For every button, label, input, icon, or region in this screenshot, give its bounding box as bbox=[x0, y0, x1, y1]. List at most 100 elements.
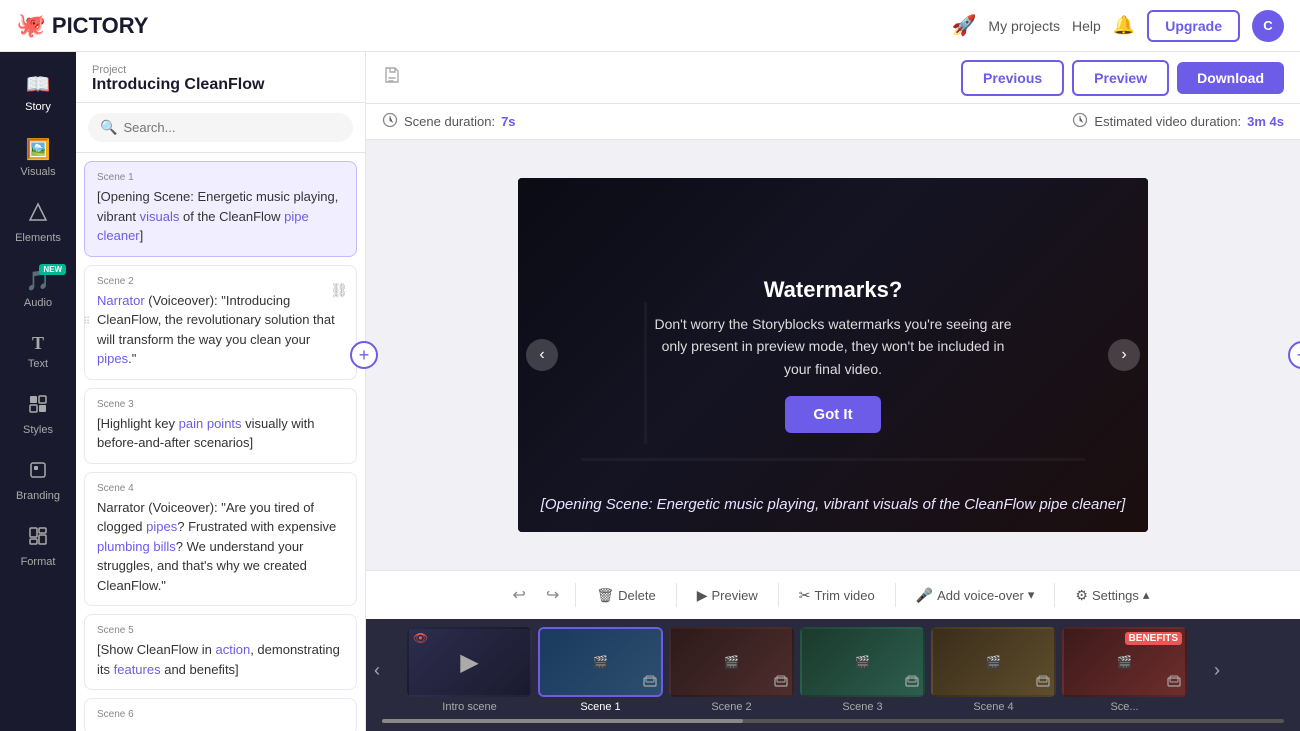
save-icon[interactable] bbox=[382, 65, 402, 90]
sidebar-label-styles: Styles bbox=[23, 424, 53, 436]
toolbar-separator-2 bbox=[676, 583, 677, 607]
timeline-item-scene5[interactable]: 🎬 BENEFITS Sce... bbox=[1062, 627, 1187, 713]
scene-duration: Scene duration: 7s bbox=[382, 112, 516, 131]
scene-card-3[interactable]: Scene 3 [Highlight key pain points visua… bbox=[84, 388, 357, 464]
sidebar-label-audio: Audio bbox=[24, 297, 52, 309]
sidebar-label-format: Format bbox=[21, 556, 56, 568]
trim-button[interactable]: ✂ Trim video bbox=[787, 581, 887, 610]
delete-button[interactable]: 🗑 Delete bbox=[584, 581, 667, 610]
timeline-content: ‹ ▶ 👁 Intro scene bbox=[366, 627, 1300, 713]
pipe-cleaner-link[interactable]: pipe cleaner bbox=[97, 209, 309, 244]
new-badge: NEW bbox=[39, 264, 66, 275]
got-it-button[interactable]: Got It bbox=[785, 396, 880, 433]
search-input[interactable] bbox=[123, 120, 341, 135]
toolbar-preview-button[interactable]: ▶ Preview bbox=[685, 581, 770, 610]
narrator-link[interactable]: Narrator bbox=[97, 293, 145, 308]
redo-button[interactable]: ↪ bbox=[538, 579, 567, 611]
timeline: ‹ ▶ 👁 Intro scene bbox=[366, 619, 1300, 731]
video-prev-arrow[interactable]: ‹ bbox=[526, 339, 558, 371]
help-link[interactable]: Help bbox=[1072, 18, 1101, 34]
scene-card-1[interactable]: Scene 1 [Opening Scene: Energetic music … bbox=[84, 161, 357, 257]
branding-icon bbox=[28, 460, 48, 486]
timeline-label-scene3: Scene 3 bbox=[800, 701, 925, 713]
timeline-next-arrow[interactable]: › bbox=[1206, 656, 1228, 685]
eye-icon-intro[interactable]: 👁 bbox=[413, 631, 428, 645]
search-input-wrap[interactable]: 🔍 bbox=[88, 113, 353, 142]
visuals-icon: 🖼️ bbox=[26, 137, 51, 162]
action-link[interactable]: action bbox=[216, 642, 251, 657]
scene-card-4[interactable]: Scene 4 Narrator (Voiceover): "Are you t… bbox=[84, 472, 357, 607]
scissors-icon: ✂ bbox=[799, 587, 811, 604]
sidebar-item-styles[interactable]: Styles bbox=[0, 384, 76, 446]
sidebar-item-branding[interactable]: Branding bbox=[0, 450, 76, 512]
drag-handle-2[interactable]: ⠿ bbox=[83, 317, 90, 328]
thumb-icon-intro: ▶ bbox=[460, 648, 478, 677]
timeline-label-scene4: Scene 4 bbox=[931, 701, 1056, 713]
sidebar-item-text[interactable]: T Text bbox=[0, 323, 76, 380]
timeline-prev-arrow[interactable]: ‹ bbox=[366, 656, 388, 685]
styles-icon bbox=[28, 394, 48, 420]
video-duration: Estimated video duration: 3m 4s bbox=[1072, 112, 1284, 131]
timeline-item-intro[interactable]: ▶ 👁 Intro scene bbox=[407, 627, 532, 713]
scene-label-6: Scene 6 bbox=[97, 709, 344, 720]
video-background: Watermarks? Don't worry the Storyblocks … bbox=[518, 178, 1148, 532]
bell-icon[interactable]: 🔔 bbox=[1113, 15, 1135, 36]
logo[interactable]: 🐙 PICTORY bbox=[16, 11, 148, 40]
preview-panel: Previous Preview Download Scene duration… bbox=[366, 52, 1300, 731]
scene-label-5: Scene 5 bbox=[97, 625, 344, 636]
scene-card-2[interactable]: Scene 2 Narrator (Voiceover): "Introduci… bbox=[84, 265, 357, 380]
add-scene-left-button[interactable]: + bbox=[350, 341, 378, 369]
pipes-link-4[interactable]: pipes bbox=[146, 519, 177, 534]
upgrade-button[interactable]: Upgrade bbox=[1147, 10, 1240, 42]
timeline-item-scene4[interactable]: 🎬 Scene 4 bbox=[931, 627, 1056, 713]
timeline-label-scene1: Scene 1 bbox=[538, 701, 663, 713]
script-panel: Project Introducing CleanFlow 🔍 Scene 1 … bbox=[76, 52, 366, 731]
sidebar-item-audio[interactable]: NEW 🎵 Audio bbox=[0, 258, 76, 319]
timeline-inner: ▶ 👁 Intro scene 🎬 bbox=[388, 627, 1206, 713]
preview-button[interactable]: Preview bbox=[1072, 60, 1169, 96]
pain-points-link[interactable]: pain points bbox=[179, 416, 242, 431]
sidebar-label-text: Text bbox=[28, 358, 48, 370]
video-area: + Watermarks? Don't worry the Storyblock… bbox=[366, 140, 1300, 570]
topbar-right: Previous Preview Download bbox=[961, 60, 1284, 96]
layer-icon-scene3 bbox=[905, 674, 919, 691]
sidebar-item-visuals[interactable]: 🖼️ Visuals bbox=[0, 127, 76, 188]
duration-bar: Scene duration: 7s Estimated video durat… bbox=[366, 104, 1300, 140]
plumbing-bills-link[interactable]: plumbing bills bbox=[97, 539, 176, 554]
video-next-arrow[interactable]: › bbox=[1108, 339, 1140, 371]
my-projects-link[interactable]: My projects bbox=[988, 18, 1060, 34]
undo-button[interactable]: ↩ bbox=[505, 579, 534, 611]
timeline-item-scene1[interactable]: 🎬 Scene 1 bbox=[538, 627, 663, 713]
voiceover-button[interactable]: 🎤 Add voice-over ▾ bbox=[904, 581, 1047, 610]
sidebar-item-format[interactable]: Format bbox=[0, 516, 76, 578]
voiceover-chevron: ▾ bbox=[1028, 587, 1035, 603]
trim-label: Trim video bbox=[814, 588, 874, 603]
visuals-link[interactable]: visuals bbox=[140, 209, 180, 224]
scene-card-6[interactable]: Scene 6 bbox=[84, 698, 357, 731]
sidebar-item-story[interactable]: 📖 Story bbox=[0, 62, 76, 123]
previous-button[interactable]: Previous bbox=[961, 60, 1064, 96]
benefits-badge: BENEFITS bbox=[1125, 632, 1182, 645]
layer-icon-scene5 bbox=[1167, 674, 1181, 691]
topbar-left bbox=[382, 65, 402, 90]
caption-text: [Opening Scene: Energetic music playing,… bbox=[538, 494, 1128, 517]
scene-card-5[interactable]: Scene 5 [Show CleanFlow in action, demon… bbox=[84, 614, 357, 690]
link-icon: ⛓ bbox=[330, 282, 348, 299]
download-button[interactable]: Download bbox=[1177, 62, 1284, 94]
caption-overlay: [Opening Scene: Energetic music playing,… bbox=[518, 494, 1148, 517]
add-scene-right-button[interactable]: + bbox=[1288, 341, 1300, 369]
timeline-item-scene3[interactable]: 🎬 Scene 3 bbox=[800, 627, 925, 713]
preview-topbar: Previous Preview Download bbox=[366, 52, 1300, 104]
timeline-item-scene2[interactable]: 🎬 Scene 2 bbox=[669, 627, 794, 713]
thumb-icon-scene1: 🎬 bbox=[593, 655, 608, 669]
pipes-link-2[interactable]: pipes bbox=[97, 351, 128, 366]
sidebar-label-branding: Branding bbox=[16, 490, 60, 502]
features-link[interactable]: features bbox=[114, 662, 161, 677]
timeline-scrollbar[interactable] bbox=[382, 719, 1284, 723]
settings-label: Settings bbox=[1092, 588, 1139, 603]
scenes-list: Scene 1 [Opening Scene: Energetic music … bbox=[76, 153, 365, 731]
thumb-icon-scene2: 🎬 bbox=[724, 655, 739, 669]
settings-button[interactable]: ⚙ Settings ▴ bbox=[1063, 581, 1161, 610]
sidebar-item-elements[interactable]: Elements bbox=[0, 192, 76, 254]
scene-label-4: Scene 4 bbox=[97, 483, 344, 494]
